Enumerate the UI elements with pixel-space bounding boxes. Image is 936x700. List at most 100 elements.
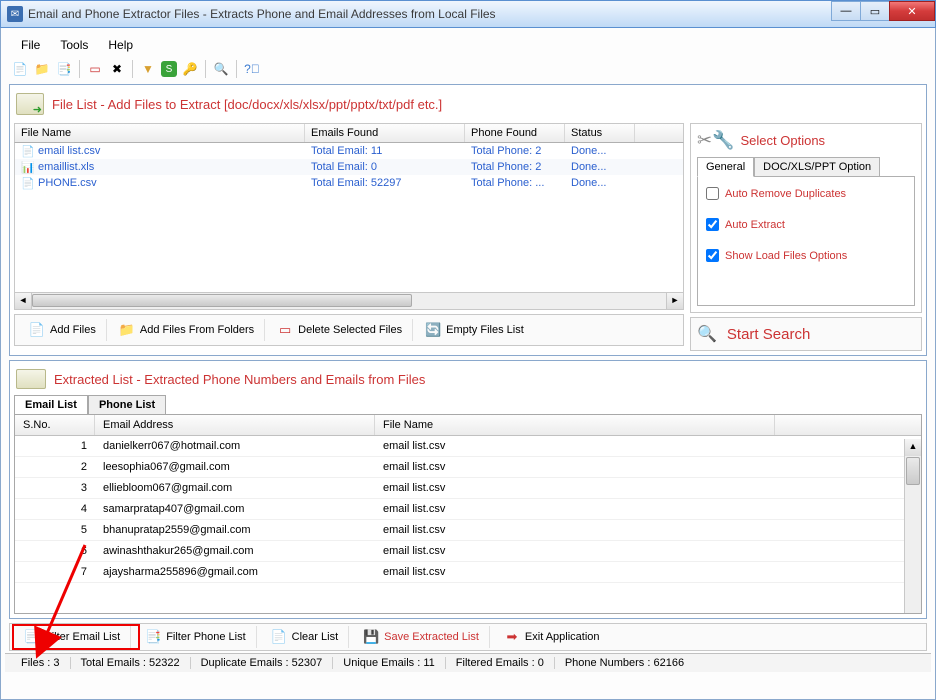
- chk-show-load-input[interactable]: [706, 249, 719, 262]
- delete-selected-button[interactable]: ▭Delete Selected Files: [267, 319, 413, 341]
- filter-icon[interactable]: ▼: [139, 60, 157, 78]
- empty-list-button[interactable]: 🔄Empty Files List: [415, 319, 534, 341]
- toolbar: 📄 📁 📑 ▭ ✖ ▼ S 🔑 🔍 ?⃝: [5, 58, 931, 84]
- result-row[interactable]: 5bhanupratap2559@gmail.comemail list.csv: [15, 520, 921, 541]
- result-row[interactable]: 1danielkerr067@hotmail.comemail list.csv: [15, 436, 921, 457]
- chk-auto-remove-input[interactable]: [706, 187, 719, 200]
- options-panel: ✂🔧 Select Options General DOC/XLS/PPT Op…: [690, 123, 922, 313]
- file-list-panel: File List - Add Files to Extract [doc/do…: [9, 84, 927, 356]
- doc-icon: 📄: [21, 145, 35, 157]
- skype-icon[interactable]: S: [161, 61, 177, 77]
- col-emails-found[interactable]: Emails Found: [305, 124, 465, 142]
- file-actions: 📄Add Files 📁Add Files From Folders ▭Dele…: [14, 314, 684, 346]
- menu-file[interactable]: File: [13, 36, 48, 54]
- folder-icon: 📁: [119, 322, 135, 338]
- help-icon[interactable]: ?⃝: [243, 60, 261, 78]
- envelope-icon: [16, 369, 46, 389]
- exit-button[interactable]: ➡Exit Application: [494, 626, 610, 648]
- key-icon[interactable]: 🔑: [181, 60, 199, 78]
- result-grid: S.No. Email Address File Name 1danielker…: [14, 414, 922, 614]
- menubar: File Tools Help: [5, 32, 931, 58]
- filter-email-icon: 📑: [24, 629, 40, 645]
- extracted-panel: Extracted List - Extracted Phone Numbers…: [9, 360, 927, 619]
- scroll-left-arrow[interactable]: ◄: [15, 293, 32, 309]
- col-phones-found[interactable]: Phone Found: [465, 124, 565, 142]
- tab-phone-list[interactable]: Phone List: [88, 395, 166, 415]
- status-total: Total Emails : 52322: [71, 657, 191, 669]
- col-result-fname[interactable]: File Name: [375, 415, 775, 435]
- window-title: Email and Phone Extractor Files - Extrac…: [28, 7, 496, 21]
- statusbar: Files : 3 Total Emails : 52322 Duplicate…: [5, 653, 931, 672]
- chk-auto-remove[interactable]: Auto Remove Duplicates: [706, 187, 906, 200]
- v-scroll-thumb[interactable]: [906, 457, 920, 485]
- magnify-icon: 🔍: [697, 324, 717, 344]
- clear-list-icon: 📄: [271, 629, 287, 645]
- add-file-icon: 📄: [29, 322, 45, 338]
- bottom-toolbar: 📑Filter Email List 📑Filter Phone List 📄C…: [9, 623, 927, 651]
- tools-icon: ✂🔧: [697, 130, 735, 151]
- minimize-button[interactable]: —: [831, 1, 861, 21]
- copy-icon[interactable]: 📑: [55, 60, 73, 78]
- col-file-name[interactable]: File Name: [15, 124, 305, 142]
- col-email[interactable]: Email Address: [95, 415, 375, 435]
- doc-icon: 📄: [21, 177, 35, 189]
- menu-help[interactable]: Help: [100, 36, 141, 54]
- delete-icon: ▭: [277, 322, 293, 338]
- file-list-title: File List - Add Files to Extract [doc/do…: [52, 97, 442, 112]
- add-file-icon[interactable]: 📄: [11, 60, 29, 78]
- envelope-arrow-icon: [16, 93, 44, 115]
- titlebar: ✉ Email and Phone Extractor Files - Extr…: [0, 0, 936, 28]
- clear-list-button[interactable]: 📄Clear List: [261, 626, 349, 648]
- filter-phone-icon: 📑: [145, 629, 161, 645]
- add-files-button[interactable]: 📄Add Files: [19, 319, 107, 341]
- save-extracted-button[interactable]: 💾Save Extracted List: [353, 626, 490, 648]
- close-button[interactable]: ✕: [889, 1, 935, 21]
- filter-email-button[interactable]: 📑Filter Email List: [14, 626, 131, 648]
- add-folders-button[interactable]: 📁Add Files From Folders: [109, 319, 265, 341]
- extracted-title: Extracted List - Extracted Phone Numbers…: [54, 372, 425, 387]
- status-filtered: Filtered Emails : 0: [446, 657, 555, 669]
- file-row[interactable]: 📊emaillist.xls Total Email: 0 Total Phon…: [15, 159, 683, 175]
- chk-auto-extract[interactable]: Auto Extract: [706, 218, 906, 231]
- chk-show-load[interactable]: Show Load Files Options: [706, 249, 906, 262]
- maximize-button[interactable]: ▭: [860, 1, 890, 21]
- result-row[interactable]: 7ajaysharma255896@gmail.comemail list.cs…: [15, 562, 921, 583]
- status-unique: Unique Emails : 11: [333, 657, 446, 669]
- file-grid-body[interactable]: 📄email list.csv Total Email: 11 Total Ph…: [14, 143, 684, 293]
- status-dup: Duplicate Emails : 52307: [191, 657, 334, 669]
- tab-general[interactable]: General: [697, 157, 754, 177]
- file-grid-header: File Name Emails Found Phone Found Statu…: [14, 123, 684, 143]
- options-title: Select Options: [741, 133, 826, 148]
- save-icon: 💾: [363, 629, 379, 645]
- empty-icon: 🔄: [425, 322, 441, 338]
- filter-phone-button[interactable]: 📑Filter Phone List: [135, 626, 256, 648]
- clear-icon[interactable]: ✖: [108, 60, 126, 78]
- app-icon: ✉: [7, 6, 23, 22]
- start-search-button[interactable]: 🔍 Start Search: [690, 317, 922, 351]
- chk-auto-extract-input[interactable]: [706, 218, 719, 231]
- add-folder-icon[interactable]: 📁: [33, 60, 51, 78]
- menu-tools[interactable]: Tools: [52, 36, 96, 54]
- file-row[interactable]: 📄PHONE.csv Total Email: 52297 Total Phon…: [15, 175, 683, 191]
- scroll-up-arrow[interactable]: ▲: [905, 439, 921, 456]
- result-row[interactable]: 2leesophia067@gmail.comemail list.csv: [15, 457, 921, 478]
- tab-email-list[interactable]: Email List: [14, 395, 88, 415]
- h-scrollbar[interactable]: ◄ ►: [14, 293, 684, 310]
- scroll-right-arrow[interactable]: ►: [666, 293, 683, 309]
- v-scrollbar[interactable]: ▲: [904, 439, 921, 613]
- col-sno[interactable]: S.No.: [15, 415, 95, 435]
- result-body[interactable]: 1danielkerr067@hotmail.comemail list.csv…: [15, 436, 921, 583]
- tab-doc-option[interactable]: DOC/XLS/PPT Option: [754, 157, 880, 177]
- exit-icon: ➡: [504, 629, 520, 645]
- xls-icon: 📊: [21, 161, 35, 173]
- result-row[interactable]: 3elliebloom067@gmail.comemail list.csv: [15, 478, 921, 499]
- result-row[interactable]: 4samarpratap407@gmail.comemail list.csv: [15, 499, 921, 520]
- delete-row-icon[interactable]: ▭: [86, 60, 104, 78]
- file-row[interactable]: 📄email list.csv Total Email: 11 Total Ph…: [15, 143, 683, 159]
- col-status[interactable]: Status: [565, 124, 635, 142]
- result-row[interactable]: 6awinashthakur265@gmail.comemail list.cs…: [15, 541, 921, 562]
- status-phones: Phone Numbers : 62166: [555, 657, 694, 669]
- scroll-thumb[interactable]: [32, 294, 412, 307]
- search-icon[interactable]: 🔍: [212, 60, 230, 78]
- status-files: Files : 3: [11, 657, 71, 669]
